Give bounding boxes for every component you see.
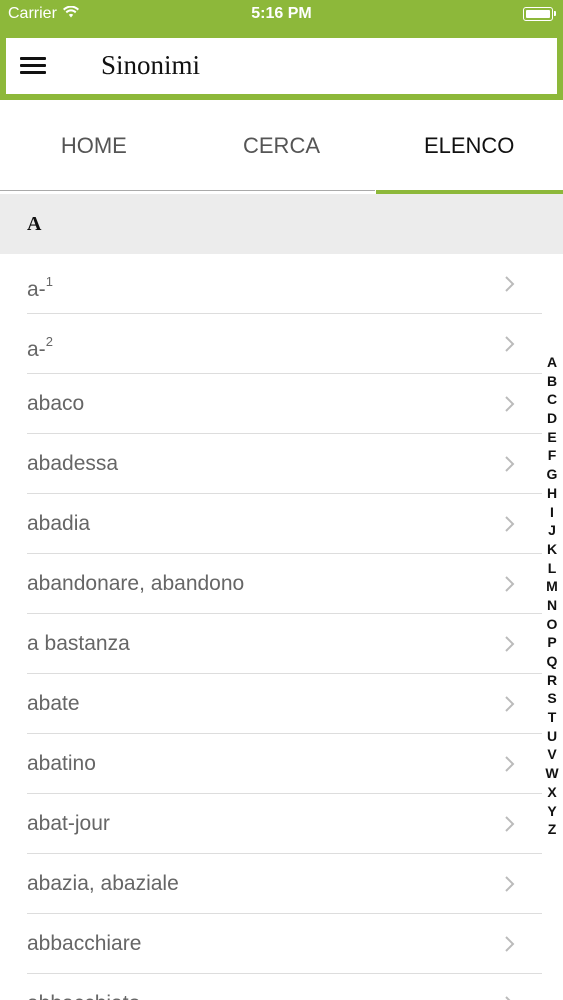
alphabet-index-letter[interactable]: L: [548, 559, 557, 578]
list-item[interactable]: abat-jour: [0, 794, 563, 854]
chevron-right-icon: [502, 456, 518, 472]
tab-bar-divider: [0, 190, 375, 191]
section-header: A: [0, 194, 563, 254]
tab-home[interactable]: HOME: [0, 100, 188, 194]
list-item[interactable]: abatino: [0, 734, 563, 794]
alphabet-index-letter[interactable]: F: [548, 446, 557, 465]
alphabet-index-letter[interactable]: K: [547, 540, 557, 559]
list-item-superscript: 1: [45, 274, 53, 289]
alphabet-index: A B C D E F G H I J K L M N O P Q R S T …: [540, 353, 563, 839]
alphabet-index-letter[interactable]: T: [548, 708, 557, 727]
chevron-right-icon: [502, 576, 518, 592]
list-item-label: abatino: [27, 752, 96, 775]
alphabet-index-letter[interactable]: D: [547, 409, 557, 428]
list-item[interactable]: abadessa: [0, 434, 563, 494]
alphabet-index-letter[interactable]: M: [546, 577, 558, 596]
tab-bar: HOME CERCA ELENCO: [0, 100, 563, 194]
list-item-label: abate: [27, 692, 80, 715]
list-item[interactable]: a-1: [0, 254, 563, 314]
list-item-label: a bastanza: [27, 632, 130, 655]
alphabet-index-letter[interactable]: X: [547, 783, 556, 802]
list-item[interactable]: abadia: [0, 494, 563, 554]
chevron-right-icon: [502, 996, 518, 1000]
header-bar: Sinonimi: [6, 38, 557, 94]
alphabet-index-letter[interactable]: S: [547, 689, 556, 708]
alphabet-index-letter[interactable]: E: [547, 428, 556, 447]
list-item[interactable]: abate: [0, 674, 563, 734]
list-item[interactable]: abaco: [0, 374, 563, 434]
alphabet-index-letter[interactable]: Y: [547, 802, 556, 821]
alphabet-index-letter[interactable]: P: [547, 633, 556, 652]
page-title: Sinonimi: [101, 50, 201, 80]
alphabet-index-letter[interactable]: Z: [548, 820, 557, 839]
list-item-superscript: 2: [45, 334, 53, 349]
chevron-right-icon: [502, 756, 518, 772]
list-item-label: abandonare, abandono: [27, 572, 245, 595]
alphabet-index-letter[interactable]: N: [547, 596, 557, 615]
alphabet-index-letter[interactable]: R: [547, 671, 557, 690]
alphabet-index-letter[interactable]: O: [547, 615, 558, 634]
word-list: a-1 a-2 abaco abadessa abadia abandonare…: [0, 254, 563, 1000]
chevron-right-icon: [502, 336, 518, 352]
list-item-label: abadia: [27, 512, 91, 535]
section-letter: A: [27, 213, 42, 235]
status-time: 5:16 PM: [251, 5, 312, 22]
list-item[interactable]: abbacchiato: [0, 974, 563, 1000]
list-item-label: a-1: [27, 274, 53, 301]
list-item[interactable]: a-2: [0, 314, 563, 374]
list-item[interactable]: abandonare, abandono: [0, 554, 563, 614]
list-item-label: a-2: [27, 334, 53, 361]
alphabet-index-letter[interactable]: A: [547, 353, 557, 372]
alphabet-index-letter[interactable]: C: [547, 390, 557, 409]
status-bar: Carrier 5:16 PM: [0, 0, 563, 30]
list-item-label: abazia, abaziale: [27, 872, 179, 895]
alphabet-index-letter[interactable]: J: [548, 521, 556, 540]
hamburger-menu-icon[interactable]: [20, 55, 46, 77]
list-item-label: abbacchiato: [27, 974, 140, 1000]
alphabet-index-letter[interactable]: Q: [547, 652, 558, 671]
chevron-right-icon: [502, 876, 518, 892]
chevron-right-icon: [502, 276, 518, 292]
alphabet-index-letter[interactable]: U: [547, 727, 557, 746]
chevron-right-icon: [502, 396, 518, 412]
alphabet-index-letter[interactable]: W: [545, 764, 558, 783]
chevron-right-icon: [502, 516, 518, 532]
list-item[interactable]: abazia, abaziale: [0, 854, 563, 914]
chevron-right-icon: [502, 696, 518, 712]
tab-elenco[interactable]: ELENCO: [375, 100, 563, 194]
list-item-label: abat-jour: [27, 812, 110, 835]
list-item-label: abbacchiare: [27, 932, 142, 955]
chevron-right-icon: [502, 816, 518, 832]
list-item[interactable]: abbacchiare: [0, 914, 563, 974]
alphabet-index-letter[interactable]: V: [547, 745, 556, 764]
list-item-label: abadessa: [27, 452, 119, 475]
battery-icon: [523, 7, 556, 21]
chevron-right-icon: [502, 936, 518, 952]
list-item-label: abaco: [27, 392, 85, 415]
alphabet-index-letter[interactable]: B: [547, 372, 557, 391]
tab-cerca[interactable]: CERCA: [188, 100, 376, 194]
chevron-right-icon: [502, 636, 518, 652]
alphabet-index-letter[interactable]: G: [547, 465, 558, 484]
alphabet-index-letter[interactable]: H: [547, 484, 557, 503]
alphabet-index-letter[interactable]: I: [550, 503, 554, 522]
list-item[interactable]: a bastanza: [0, 614, 563, 674]
